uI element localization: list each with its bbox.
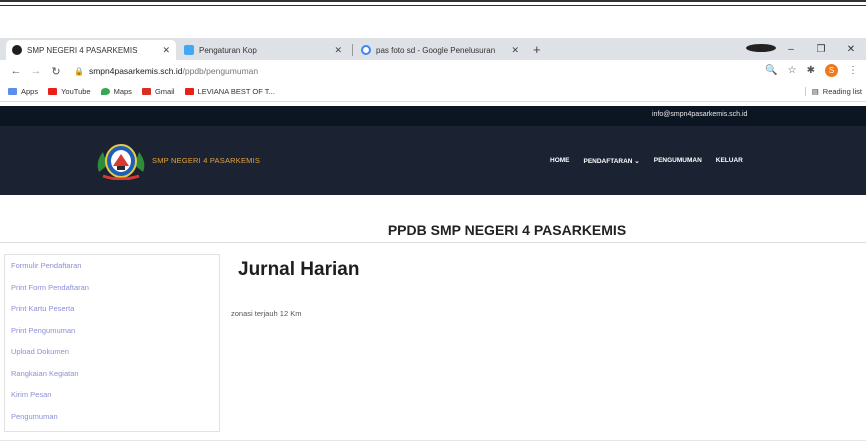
profile-avatar[interactable]: S [825, 64, 838, 77]
title-divider [0, 242, 866, 243]
browser-tab-smp[interactable]: SMP NEGERI 4 PASARKEMIS ✕ [6, 40, 176, 60]
browser-tab-google[interactable]: pas foto sd - Google Penelusuran ✕ [355, 40, 525, 60]
bottom-divider [0, 440, 866, 441]
reading-list-icon: ▤ [811, 87, 819, 96]
toolbar-actions: 🔍 ☆ ✱ S ⋮ [765, 64, 858, 77]
sidebar-item-kirim-pesan[interactable]: Kirim Pesan [11, 390, 219, 412]
bookmark-gmail[interactable]: Gmail [141, 87, 175, 96]
tab-separator [352, 44, 353, 56]
tab-close-icon[interactable]: ✕ [162, 45, 170, 56]
sidebar-item-formulir-pendaftaran[interactable]: Formulir Pendaftaran [11, 261, 219, 283]
content-text: zonasi terjauh 12 Km [231, 309, 302, 318]
tab-close-icon[interactable]: ✕ [334, 45, 342, 56]
bookmark-leviana[interactable]: LEVIANA BEST OF T... [184, 87, 275, 96]
nav-keluar[interactable]: KELUAR [716, 157, 743, 165]
bookmarks-bar: Apps YouTube Maps Gmail LEVIANA BEST OF … [0, 82, 866, 102]
tab-title: Pengaturan Kop [199, 45, 257, 55]
bookmark-label: Apps [21, 87, 39, 96]
main-navigation: HOME PENDAFTARAN ⌄ PENGUMUMAN KELUAR [550, 157, 743, 165]
forward-arrow-icon[interactable]: → [28, 65, 44, 77]
contact-email[interactable]: info@smpn4pasarkemis.sch.id [652, 111, 747, 118]
lock-icon: 🔒 [74, 66, 84, 76]
url-path: /ppdb/pengumuman [182, 66, 259, 76]
content-heading: Jurnal Harian [238, 259, 360, 280]
youtube-icon [48, 88, 58, 95]
nav-home[interactable]: HOME [550, 157, 570, 165]
reading-list-button[interactable]: ▤ Reading list [804, 87, 862, 96]
browser-toolbar: ← → ↻ 🔒 smpn4pasarkemis.sch.id /ppdb/pen… [0, 60, 866, 82]
apps-grid-icon [8, 88, 17, 95]
sidebar-item-upload-dokumen[interactable]: Upload Dokumen [11, 347, 219, 369]
url-host: smpn4pasarkemis.sch.id [88, 66, 183, 76]
record-icon[interactable] [746, 43, 776, 55]
page-title: PPDB SMP NEGERI 4 PASARKEMIS [387, 222, 627, 238]
site-top-bar: info@smpn4pasarkemis.sch.id [0, 106, 866, 126]
zoom-search-icon[interactable]: 🔍 [765, 65, 777, 76]
window-controls: – ❐ ✕ [746, 38, 866, 60]
top-border-rule [0, 0, 866, 6]
browser-tab-bar: SMP NEGERI 4 PASARKEMIS ✕ Pengaturan Kop… [0, 38, 866, 60]
site-name[interactable]: SMP NEGERI 4 PASARKEMIS [152, 156, 260, 165]
tab-title: SMP NEGERI 4 PASARKEMIS [27, 45, 138, 55]
sidebar-item-print-form[interactable]: Print Form Pendaftaran [11, 283, 219, 305]
tab-title: pas foto sd - Google Penelusuran [376, 45, 496, 55]
nav-pendaftaran[interactable]: PENDAFTARAN ⌄ [584, 157, 640, 165]
address-field[interactable]: 🔒 smpn4pasarkemis.sch.id /ppdb/pengumuma… [74, 66, 258, 76]
kebab-menu-icon[interactable]: ⋮ [848, 65, 858, 76]
sidebar-item-print-kartu[interactable]: Print Kartu Peserta [11, 304, 219, 326]
maps-pin-icon [100, 88, 110, 95]
bookmark-maps[interactable]: Maps [100, 87, 132, 96]
bookmark-label: LEVIANA BEST OF T... [197, 87, 275, 96]
new-tab-plus-icon[interactable]: + [533, 42, 541, 57]
bookmark-label: Gmail [154, 87, 175, 96]
bookmark-youtube[interactable]: YouTube [48, 87, 91, 96]
google-icon [361, 45, 371, 55]
minimize-icon[interactable]: – [776, 44, 806, 55]
tab-favicon-icon [12, 45, 22, 55]
sidebar-menu: Formulir Pendaftaran Print Form Pendafta… [4, 254, 220, 432]
reload-icon[interactable]: ↻ [48, 65, 64, 78]
sidebar-item-rangkaian-kegiatan[interactable]: Rangkaian Kegiatan [11, 369, 219, 391]
sidebar-item-pengumuman[interactable]: Pengumuman [11, 412, 219, 434]
bookmark-star-icon[interactable]: ☆ [788, 65, 797, 76]
close-window-icon[interactable]: ✕ [836, 44, 866, 55]
gmail-icon [141, 88, 151, 95]
bookmark-label: YouTube [61, 87, 91, 96]
reading-list-label: Reading list [822, 87, 862, 96]
school-logo-icon[interactable] [93, 142, 149, 180]
tab-close-icon[interactable]: ✕ [511, 45, 519, 56]
youtube-icon [184, 88, 194, 95]
site-header: SMP NEGERI 4 PASARKEMIS HOME PENDAFTARAN… [0, 126, 866, 195]
bookmark-label: Maps [113, 87, 132, 96]
extensions-puzzle-icon[interactable]: ✱ [807, 65, 815, 76]
restore-icon[interactable]: ❐ [806, 44, 836, 55]
nav-pengumuman[interactable]: PENGUMUMAN [654, 157, 702, 165]
back-arrow-icon[interactable]: ← [8, 65, 24, 77]
bookmark-apps[interactable]: Apps [8, 87, 38, 96]
tab-favicon-icon [184, 45, 194, 55]
sidebar-item-print-pengumuman[interactable]: Print Pengumuman [11, 326, 219, 348]
browser-tab-pengaturan-kop[interactable]: Pengaturan Kop ✕ [178, 40, 348, 60]
